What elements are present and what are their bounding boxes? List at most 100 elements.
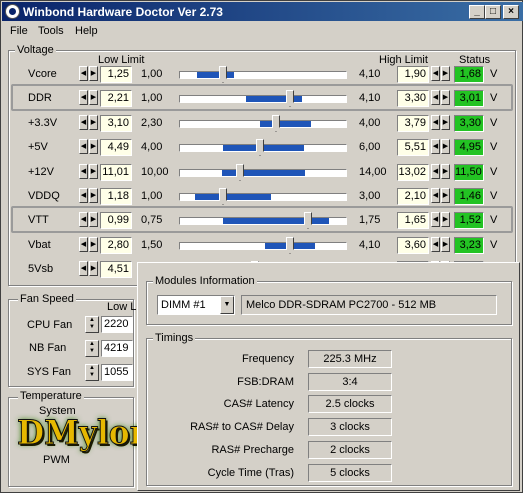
app-icon	[5, 4, 20, 19]
high-limit-field[interactable]: 2,10	[397, 188, 429, 205]
voltage-group-title: Voltage	[15, 44, 56, 56]
low-limit-field[interactable]: 0,99	[100, 212, 132, 229]
range-max: 1,75	[359, 214, 381, 226]
high-limit-field[interactable]: 1,65	[397, 212, 429, 229]
status-value: 3,30	[454, 115, 484, 132]
high-limit-field[interactable]: 1,90	[397, 66, 429, 83]
high-limit-field[interactable]: 3,79	[397, 115, 429, 132]
low-increase-button[interactable]: ▶	[89, 212, 98, 227]
high-increase-button[interactable]: ▶	[441, 115, 450, 130]
unit-label: V	[490, 92, 498, 104]
low-limit-field[interactable]: 3,10	[100, 115, 132, 132]
low-decrease-button[interactable]: ◀	[79, 139, 88, 154]
low-increase-button[interactable]: ▶	[89, 237, 98, 252]
range-max: 6,00	[359, 141, 381, 153]
unit-label: V	[490, 214, 498, 226]
high-limit-field[interactable]: 13,02	[397, 164, 429, 181]
voltage-slider[interactable]	[179, 90, 347, 107]
voltage-slider[interactable]	[179, 139, 347, 156]
high-limit-field[interactable]: 5,51	[397, 139, 429, 156]
voltage-slider[interactable]	[179, 237, 347, 254]
nb-fan-value[interactable]: 4219	[101, 340, 133, 357]
slider-fill	[223, 218, 329, 224]
voltage-slider[interactable]	[179, 115, 347, 132]
nb-fan-spin[interactable]: ▲ ▼	[85, 340, 99, 357]
title-bar[interactable]: Winbond Hardware Doctor Ver 2.73 _ □ ×	[2, 2, 523, 21]
sys-fan-label: SYS Fan	[27, 366, 72, 378]
high-decrease-button[interactable]: ◀	[431, 66, 440, 81]
low-limit-field[interactable]: 2,21	[100, 90, 132, 107]
high-limit-field[interactable]: 3,30	[397, 90, 429, 107]
low-decrease-button[interactable]: ◀	[79, 164, 88, 179]
high-increase-button[interactable]: ▶	[441, 66, 450, 81]
low-limit-field[interactable]: 11,01	[100, 164, 132, 181]
low-decrease-button[interactable]: ◀	[79, 237, 88, 252]
timing-value: 225.3 MHz	[308, 350, 392, 368]
range-max: 4,10	[359, 239, 381, 251]
unit-label: V	[490, 141, 498, 153]
voltage-slider[interactable]	[179, 188, 347, 205]
low-decrease-button[interactable]: ◀	[79, 261, 88, 276]
dimm-select-value: DIMM #1	[161, 299, 206, 311]
high-increase-button[interactable]: ▶	[441, 188, 450, 203]
menu-tools[interactable]: Tools	[38, 25, 64, 37]
menu-file[interactable]: File	[10, 25, 28, 37]
voltage-slider[interactable]	[179, 164, 347, 181]
sys-fan-spin[interactable]: ▲ ▼	[85, 364, 99, 381]
low-increase-button[interactable]: ▶	[89, 139, 98, 154]
voltage-label-vcore: Vcore	[28, 68, 57, 80]
unit-label: V	[490, 239, 498, 251]
low-increase-button[interactable]: ▶	[89, 90, 98, 105]
menu-help[interactable]: Help	[75, 25, 98, 37]
low-increase-button[interactable]: ▶	[89, 261, 98, 276]
low-limit-field[interactable]: 1,25	[100, 66, 132, 83]
cpu-fan-spin[interactable]: ▲ ▼	[85, 316, 99, 333]
high-decrease-button[interactable]: ◀	[431, 188, 440, 203]
high-decrease-button[interactable]: ◀	[431, 139, 440, 154]
timing-label: CAS# Latency	[223, 398, 294, 410]
high-decrease-button[interactable]: ◀	[431, 90, 440, 105]
voltage-label-5v: +5V	[28, 141, 48, 153]
chevron-down-icon[interactable]: ▼	[220, 296, 234, 314]
voltage-slider[interactable]	[179, 212, 347, 229]
low-increase-button[interactable]: ▶	[89, 188, 98, 203]
low-decrease-button[interactable]: ◀	[79, 115, 88, 130]
low-limit-field[interactable]: 4,49	[100, 139, 132, 156]
low-increase-button[interactable]: ▶	[89, 164, 98, 179]
low-limit-field[interactable]: 1,18	[100, 188, 132, 205]
high-decrease-button[interactable]: ◀	[431, 212, 440, 227]
close-button[interactable]: ×	[503, 5, 519, 19]
low-increase-button[interactable]: ▶	[89, 115, 98, 130]
range-min: 4,00	[141, 141, 163, 153]
maximize-button[interactable]: □	[485, 5, 501, 19]
voltage-label-33v: +3.3V	[28, 117, 58, 129]
high-increase-button[interactable]: ▶	[441, 212, 450, 227]
low-decrease-button[interactable]: ◀	[79, 188, 88, 203]
sys-fan-value[interactable]: 1055	[101, 364, 133, 381]
high-decrease-button[interactable]: ◀	[431, 115, 440, 130]
timings-title: Timings	[153, 332, 196, 344]
dimm-select[interactable]: DIMM #1 ▼	[157, 295, 235, 315]
high-decrease-button[interactable]: ◀	[431, 164, 440, 179]
status-value: 1,52	[454, 212, 484, 229]
slider-fill	[222, 170, 305, 176]
timing-value: 2 clocks	[308, 441, 392, 459]
cpu-fan-value[interactable]: 2220	[101, 316, 133, 333]
high-decrease-button[interactable]: ◀	[431, 237, 440, 252]
voltage-slider[interactable]	[179, 66, 347, 83]
high-limit-header: High Limit	[379, 54, 428, 66]
low-limit-field[interactable]: 2,80	[100, 237, 132, 254]
high-increase-button[interactable]: ▶	[441, 90, 450, 105]
range-min: 10,00	[141, 166, 169, 178]
high-limit-field[interactable]: 3,60	[397, 237, 429, 254]
high-increase-button[interactable]: ▶	[441, 237, 450, 252]
low-decrease-button[interactable]: ◀	[79, 66, 88, 81]
minimize-button[interactable]: _	[469, 5, 485, 19]
high-increase-button[interactable]: ▶	[441, 164, 450, 179]
low-decrease-button[interactable]: ◀	[79, 212, 88, 227]
low-increase-button[interactable]: ▶	[89, 66, 98, 81]
low-limit-field[interactable]: 4,51	[100, 261, 132, 278]
low-decrease-button[interactable]: ◀	[79, 90, 88, 105]
timing-value: 3:4	[308, 373, 392, 391]
high-increase-button[interactable]: ▶	[441, 139, 450, 154]
